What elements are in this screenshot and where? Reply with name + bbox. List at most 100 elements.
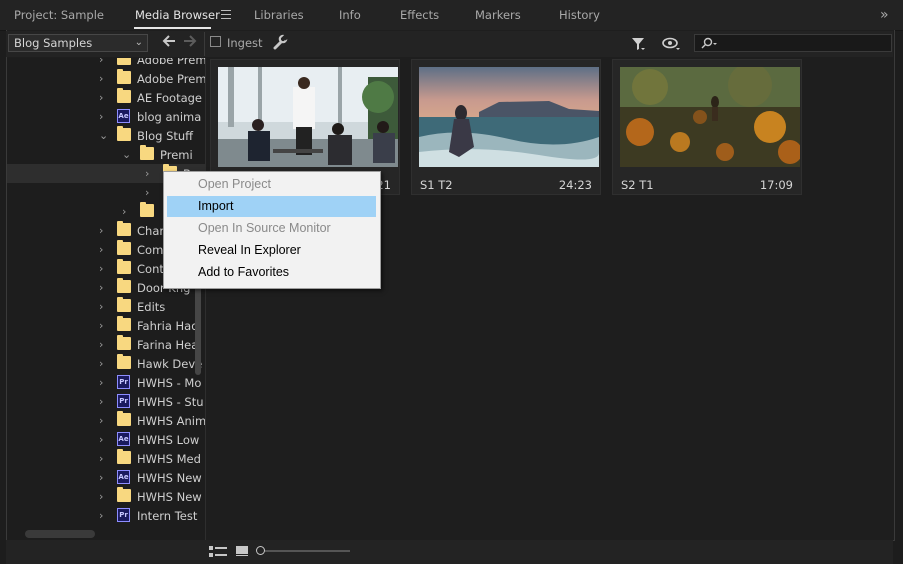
zoom-slider-handle[interactable] <box>256 546 265 555</box>
ingest-checkbox[interactable] <box>210 36 221 47</box>
tab-markers[interactable]: Markers <box>475 8 521 22</box>
tree-item[interactable]: › HWHS New <box>7 487 205 506</box>
folder-icon <box>117 316 131 331</box>
file-tree[interactable]: › Adobe Prem › Adobe Prem › AE Footage › Ae blog… <box>7 58 206 540</box>
tree-item[interactable]: › Pr Intern Test <box>7 506 205 525</box>
clip-duration: 24:23 <box>558 178 592 192</box>
tab-project[interactable]: Project: Sample <box>14 8 104 22</box>
premiere-project-icon: Pr <box>117 394 130 408</box>
menu-item-reveal-in-explorer[interactable]: Reveal In Explorer <box>167 240 376 261</box>
folder-icon <box>117 354 131 369</box>
chevron-right-icon[interactable]: › <box>99 338 103 351</box>
chevron-right-icon[interactable]: › <box>122 205 126 218</box>
chevron-right-icon[interactable]: › <box>99 452 103 465</box>
menu-item-open-in-source-monitor[interactable]: Open In Source Monitor <box>167 218 376 239</box>
tree-horizontal-scrollbar[interactable] <box>25 530 95 538</box>
tree-item-label: Fahria Haq <box>137 319 199 333</box>
tree-item[interactable]: ⌄ Premi <box>7 145 205 164</box>
filter-icon[interactable] <box>631 37 645 51</box>
tree-item[interactable]: › AE Footage <box>7 88 205 107</box>
forward-arrow-icon[interactable] <box>183 34 197 52</box>
tabs-overflow-icon[interactable]: » <box>880 7 889 23</box>
folder-icon <box>117 88 131 103</box>
chevron-right-icon[interactable]: › <box>99 490 103 503</box>
context-menu: Open Project Import Open In Source Monit… <box>163 171 381 289</box>
chevron-right-icon[interactable]: › <box>99 72 103 85</box>
chevron-right-icon[interactable]: › <box>99 319 103 332</box>
folder-icon <box>117 487 131 502</box>
tree-item[interactable]: › Ae HWHS New <box>7 468 205 487</box>
tab-libraries[interactable]: Libraries <box>254 8 304 22</box>
tab-history[interactable]: History <box>559 8 600 22</box>
chevron-down-icon[interactable]: ⌄ <box>99 129 108 142</box>
tree-item[interactable]: › Adobe Prem <box>7 58 205 69</box>
tree-item[interactable]: › Fahria Haq <box>7 316 205 335</box>
panel-menu-icon[interactable] <box>221 10 231 19</box>
chevron-right-icon[interactable]: › <box>99 262 103 275</box>
folder-icon <box>117 297 131 312</box>
chevron-right-icon[interactable]: › <box>99 300 103 313</box>
tree-item-label: Intern Test <box>137 509 198 523</box>
clip-card[interactable]: S2 T1 17:09 <box>612 59 802 195</box>
tree-item[interactable]: › Pr HWHS - Stu <box>7 392 205 411</box>
tree-item[interactable]: › Farina Hea <box>7 335 205 354</box>
chevron-right-icon[interactable]: › <box>99 376 103 389</box>
chevron-right-icon[interactable]: › <box>99 414 103 427</box>
folder-icon <box>117 278 131 293</box>
chevron-right-icon[interactable]: › <box>99 433 103 446</box>
chevron-right-icon[interactable]: › <box>99 357 103 370</box>
chevron-right-icon[interactable]: › <box>99 395 103 408</box>
chevron-right-icon[interactable]: › <box>99 91 103 104</box>
menu-item-import[interactable]: Import <box>167 196 376 217</box>
tree-item[interactable]: › Pr HWHS - Mo <box>7 373 205 392</box>
search-field[interactable] <box>694 34 892 52</box>
tab-effects[interactable]: Effects <box>400 8 439 22</box>
folder-icon <box>117 126 131 141</box>
chevron-right-icon[interactable]: › <box>145 186 149 199</box>
chevron-down-icon: ⌄ <box>134 37 143 48</box>
chevron-right-icon[interactable]: › <box>99 243 103 256</box>
chevron-right-icon[interactable]: › <box>99 110 103 123</box>
tree-item-label: AE Footage <box>137 91 202 105</box>
after-effects-file-icon: Ae <box>117 432 130 446</box>
chevron-right-icon[interactable]: › <box>99 471 103 484</box>
tab-media-browser[interactable]: Media Browser <box>135 8 220 22</box>
tree-item-label: HWHS - Stu <box>137 395 204 409</box>
tree-item[interactable]: › Edits <box>7 297 205 316</box>
tree-item[interactable]: › Hawk Deve <box>7 354 205 373</box>
icon-view-icon[interactable] <box>236 546 248 556</box>
zoom-slider-track[interactable] <box>265 550 350 552</box>
folder-icon <box>140 145 154 160</box>
menu-item-open-project[interactable]: Open Project <box>167 174 376 195</box>
location-dropdown[interactable]: Blog Samples ⌄ <box>8 34 148 52</box>
search-icon <box>701 37 717 49</box>
tab-info[interactable]: Info <box>339 8 361 22</box>
ingest-settings-wrench-icon[interactable] <box>272 34 288 50</box>
tree-item-label: Premi <box>160 148 193 162</box>
tree-item[interactable]: › Ae blog anima <box>7 107 205 126</box>
folder-icon <box>117 221 131 236</box>
chevron-right-icon[interactable]: › <box>99 281 103 294</box>
menu-item-add-to-favorites[interactable]: Add to Favorites <box>167 262 376 283</box>
clip-card[interactable]: S1 T2 24:23 <box>411 59 601 195</box>
tree-item[interactable]: ⌄ Blog Stuff <box>7 126 205 145</box>
tree-item-label: HWHS Low <box>137 433 200 447</box>
chevron-right-icon[interactable]: › <box>145 167 149 180</box>
tree-vertical-scrollbar[interactable] <box>195 285 201 375</box>
chevron-down-icon[interactable]: ⌄ <box>122 148 131 161</box>
tree-item[interactable]: › HWHS Med <box>7 449 205 468</box>
tree-item-label: Adobe Prem <box>137 58 206 67</box>
tree-item[interactable]: › Adobe Prem <box>7 69 205 88</box>
chevron-right-icon[interactable]: › <box>99 224 103 237</box>
tree-item[interactable]: › HWHS Anim <box>7 411 205 430</box>
chevron-right-icon[interactable]: › <box>99 509 103 522</box>
chevron-right-icon[interactable]: › <box>99 58 103 66</box>
tree-item-label: Cont <box>137 262 164 276</box>
view-eye-icon[interactable] <box>662 37 680 51</box>
tree-item[interactable]: › Ae HWHS Low <box>7 430 205 449</box>
tree-item-label: blog anima <box>137 110 202 124</box>
folder-icon <box>117 411 131 426</box>
list-view-icon[interactable] <box>209 546 227 558</box>
back-arrow-icon[interactable] <box>162 34 176 52</box>
after-effects-file-icon: Ae <box>117 470 130 484</box>
